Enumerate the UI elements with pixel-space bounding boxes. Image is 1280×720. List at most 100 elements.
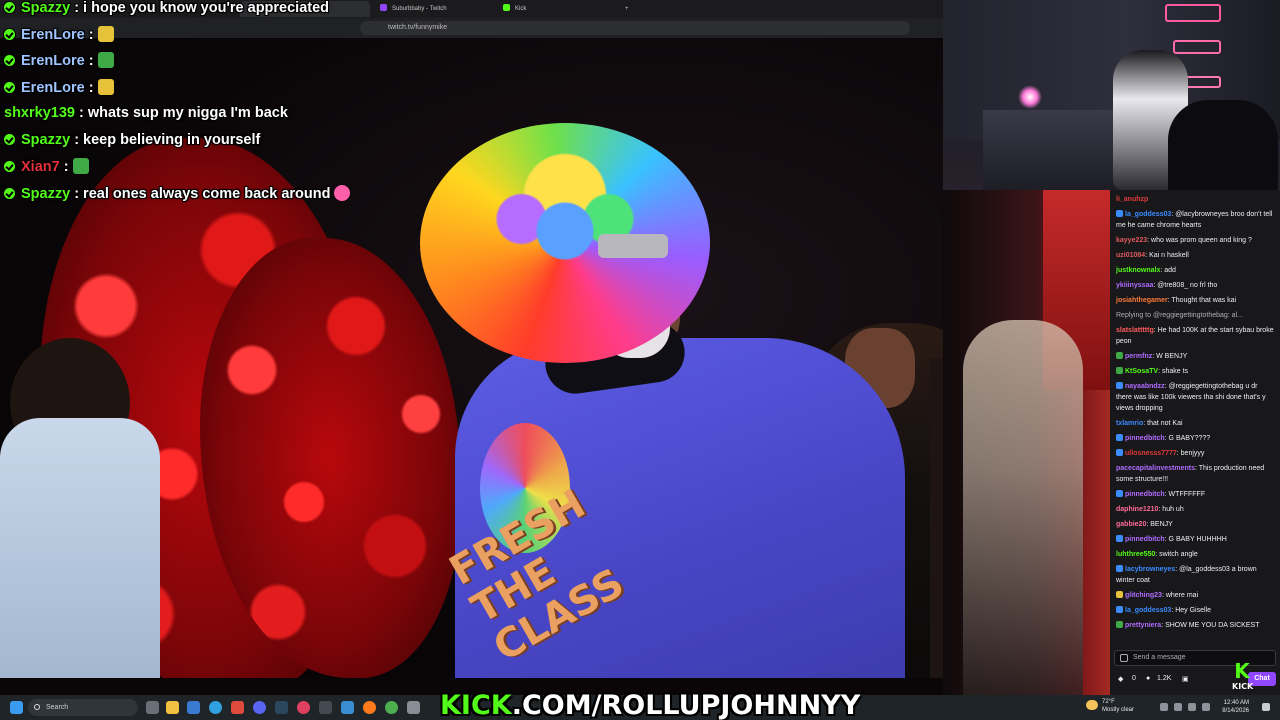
- emote-icon: [72, 158, 89, 174]
- chat-username[interactable]: nayaabndzz: [1125, 383, 1165, 390]
- overlay-chat-message: Spazzy : real ones always come back arou…: [4, 185, 351, 209]
- chat-text: : benjyyy: [1176, 450, 1205, 457]
- chat-message: la_goddess03: @lacybrowneyes broo don't …: [1116, 209, 1274, 231]
- chat-username[interactable]: KtSosaTV: [1125, 368, 1158, 375]
- discord-icon[interactable]: [253, 701, 266, 714]
- battery-icon[interactable]: [1202, 703, 1210, 711]
- task-view-icon[interactable]: [146, 701, 159, 714]
- chat-text: : BENJY: [1146, 521, 1173, 528]
- heart-emote-icon: [334, 185, 351, 201]
- chat-username[interactable]: ykiiinyssaa: [1116, 282, 1153, 289]
- chat-username[interactable]: la_goddess03: [1125, 211, 1171, 218]
- streamer: [1168, 100, 1278, 190]
- twitch-icon: [380, 4, 387, 11]
- chat-message: permfnz: W BENJY: [1116, 351, 1274, 362]
- chat-badge-icon: [1116, 565, 1123, 572]
- emote-icon: [97, 79, 114, 95]
- taskbar-clock[interactable]: 12:40 AM 8/14/2026: [1215, 699, 1249, 715]
- chat-message: nayaabndzz: @reggiegettingtothebag u dr …: [1116, 381, 1274, 414]
- chat-message: KtSosaTV: shake ts: [1116, 366, 1274, 377]
- chat-badge-icon: [1116, 367, 1123, 374]
- chat-message: ullosnesss7777: benjyyy: [1116, 448, 1274, 459]
- chat-username[interactable]: josiahthegamer: [1116, 297, 1168, 304]
- chat-username[interactable]: lacybrowneyes: [1125, 566, 1175, 573]
- chat-message: kayye223: who was prom queen and king ?: [1116, 235, 1274, 246]
- chat-message: txlamrio: that not Kai: [1116, 418, 1274, 429]
- emote-picker-icon[interactable]: [1120, 654, 1128, 662]
- webcam-feed: [943, 0, 1280, 190]
- verified-badge-icon: [4, 55, 15, 66]
- chat-text: : SHOW ME YOU DA SICKEST: [1161, 622, 1260, 629]
- chat-username[interactable]: slatslatttttg: [1116, 327, 1154, 334]
- chat-username[interactable]: pinnedbitch: [1125, 435, 1165, 442]
- taskbar-search[interactable]: Search: [28, 699, 138, 716]
- chat-username[interactable]: luhthree550: [1116, 551, 1155, 558]
- tray-chevron-icon[interactable]: [1160, 703, 1168, 711]
- chat-username[interactable]: justknownalx: [1116, 267, 1160, 274]
- notification-icon[interactable]: [1262, 703, 1270, 711]
- chat-username[interactable]: uzi01084: [1116, 252, 1145, 259]
- webcam-desk: [983, 110, 1123, 190]
- overlay-chat-message: ErenLore :: [4, 52, 114, 76]
- led-strip: [1173, 40, 1221, 54]
- overlay-chat-message: Xian7 :: [4, 158, 89, 182]
- points-icon[interactable]: ◆: [1118, 675, 1123, 683]
- app-icon[interactable]: [341, 701, 354, 714]
- chat-username[interactable]: glitching23: [1125, 592, 1162, 599]
- chat-text: : G BABY????: [1164, 435, 1211, 442]
- browser-tab[interactable]: Suburbbaby - Twitch: [372, 1, 492, 17]
- bystander-right: [963, 320, 1083, 695]
- brave-icon[interactable]: [231, 701, 244, 714]
- app-icon[interactable]: [407, 701, 420, 714]
- app-icon[interactable]: [319, 701, 332, 714]
- obs-icon[interactable]: [297, 701, 310, 714]
- chrome-icon[interactable]: [385, 701, 398, 714]
- chat-badge-icon: [1116, 591, 1123, 598]
- browser-tab[interactable]: Kick: [495, 1, 615, 17]
- store-icon[interactable]: [187, 701, 200, 714]
- verified-badge-icon: [4, 29, 15, 40]
- chat-username[interactable]: gabbie20: [1116, 521, 1146, 528]
- chat-badge-icon: [1116, 210, 1123, 217]
- chat-username[interactable]: permfnz: [1125, 353, 1152, 360]
- steam-icon[interactable]: [275, 701, 288, 714]
- chat-message: la_goddess03: Hey Giselle: [1116, 605, 1274, 616]
- new-tab-button[interactable]: +: [617, 1, 637, 17]
- chat-text: : huh uh: [1158, 506, 1184, 513]
- address-bar[interactable]: twitch.tv/funnymike: [360, 21, 910, 35]
- gift-icon[interactable]: ▣: [1182, 675, 1189, 683]
- crowd-right: [930, 358, 943, 678]
- chat-username[interactable]: prettyniera: [1125, 622, 1161, 629]
- kick-logo: K KICK: [1232, 659, 1254, 691]
- chat-text: : that not Kai: [1143, 420, 1183, 427]
- video-side-strip: [943, 190, 1110, 695]
- chat-username[interactable]: pacecapitalinvestments: [1116, 465, 1195, 472]
- chat-message: ykiiinyssaa: @tre808_ no frl tho: [1116, 280, 1274, 291]
- windows-start-icon[interactable]: [10, 701, 23, 714]
- edge-icon[interactable]: [209, 701, 222, 714]
- taskbar-weather[interactable]: 72°F Mostly clear: [1086, 698, 1134, 714]
- network-icon[interactable]: [1174, 703, 1182, 711]
- chat-message: uzi01084: Kai n haskell: [1116, 250, 1274, 261]
- chat-text: : Thought that was kai: [1167, 297, 1237, 304]
- chat-username[interactable]: li_anuhzp: [1116, 196, 1148, 203]
- chat-username[interactable]: txlamrio: [1116, 420, 1143, 427]
- weather-icon: [1086, 700, 1098, 710]
- chat-messages[interactable]: li_anuhzp la_goddess03: @lacybrowneyes br…: [1110, 194, 1280, 639]
- chat-username[interactable]: kayye223: [1116, 237, 1147, 244]
- chat-text: : where mai: [1161, 592, 1199, 599]
- volume-icon[interactable]: [1188, 703, 1196, 711]
- chat-text: : who was prom queen and king ?: [1147, 237, 1252, 244]
- chat-message: prettyniera: SHOW ME YOU DA SICKEST: [1116, 620, 1274, 631]
- chat-username[interactable]: pinnedbitch: [1125, 536, 1165, 543]
- chat-text: : Kai n haskell: [1145, 252, 1189, 259]
- chat-username[interactable]: ullosnesss7777: [1125, 450, 1177, 457]
- firefox-icon[interactable]: [363, 701, 376, 714]
- chat-message: daphine1210: huh uh: [1116, 504, 1274, 515]
- chat-username[interactable]: daphine1210: [1116, 506, 1158, 513]
- chat-message: pinnedbitch: G BABY HUHHHH: [1116, 534, 1274, 545]
- chat-username[interactable]: la_goddess03: [1125, 607, 1171, 614]
- chat-username[interactable]: pinnedbitch: [1125, 491, 1165, 498]
- file-explorer-icon[interactable]: [166, 701, 179, 714]
- chat-text: : WTFFFFFF: [1164, 491, 1206, 498]
